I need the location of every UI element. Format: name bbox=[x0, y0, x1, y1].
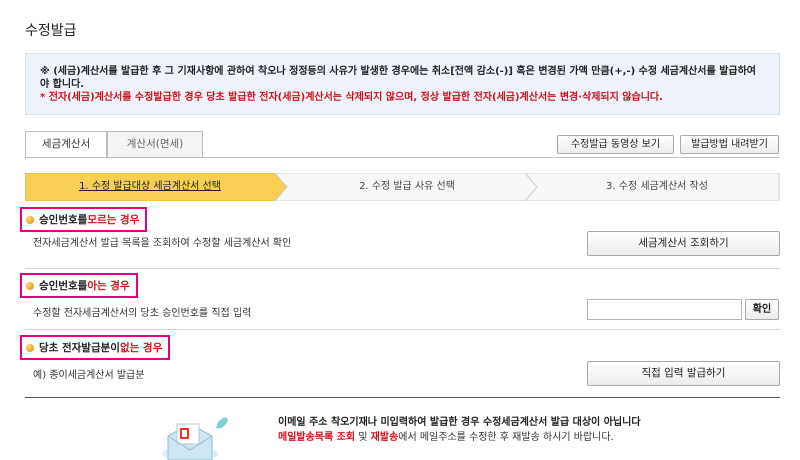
tab-invoice-tax-free[interactable]: 계산서(면세) bbox=[107, 131, 203, 158]
section-known-heading-prefix: 승인번호를 bbox=[39, 280, 88, 292]
footer-notice: 이메일 주소 착오기재나 미입력하여 발급한 경우 수정세금계산서 발급 대상이… bbox=[278, 415, 641, 445]
notice-box: ※ (세금)계산서를 발급한 후 그 기재사항에 관하여 착오나 정정등의 사유… bbox=[25, 53, 780, 115]
section-known-heading-emphasis: 아는 경우 bbox=[87, 280, 130, 292]
orange-dot-icon bbox=[26, 215, 34, 224]
step-indicator: 1. 수정 발급대상 세금계산서 선택 2. 수정 발급 사유 선택 3. 수정… bbox=[25, 173, 780, 201]
download-method-button[interactable]: 발급방법 내려받기 bbox=[680, 135, 779, 154]
confirm-button[interactable]: 확인 bbox=[745, 299, 779, 320]
notice-line-2: * 전자(세금)계산서를 수정발급한 경우 당초 발급한 전자(세금)계산서는 … bbox=[40, 92, 663, 103]
tab-divider bbox=[25, 157, 780, 158]
notice-line-1: ※ (세금)계산서를 발급한 후 그 기재사항에 관하여 착오나 정정등의 사유… bbox=[40, 66, 756, 90]
section-divider-2 bbox=[25, 329, 780, 330]
step-1-label: 1. 수정 발급대상 세금계산서 선택 bbox=[79, 181, 221, 192]
footer-line-1: 이메일 주소 착오기재나 미입력하여 발급한 경우 수정세금계산서 발급 대상이… bbox=[278, 417, 641, 428]
approval-number-input[interactable] bbox=[587, 299, 742, 320]
section-known-description: 수정할 전자세금계산서의 당초 승인번호를 직접 입력 bbox=[33, 308, 252, 319]
section-unknown-description: 전자세금계산서 발급 목록을 조회하여 수정할 세금계산서 확인 bbox=[33, 238, 292, 249]
tab-tax-invoice[interactable]: 세금계산서 bbox=[25, 131, 107, 159]
section-known-heading: 승인번호를 아는 경우 bbox=[20, 273, 138, 298]
orange-dot-icon bbox=[26, 343, 34, 352]
search-invoice-button[interactable]: 세금계산서 조회하기 bbox=[587, 231, 780, 256]
section-divider-1 bbox=[25, 268, 780, 269]
mail-list-link[interactable]: 메일발송목록 조회 bbox=[278, 432, 355, 443]
section-none-description: 예) 종이세금계산서 발급분 bbox=[33, 370, 145, 381]
footer-line-2: 메일발송목록 조회 및 재발송에서 메일주소를 수정한 후 재발송 하시기 바랍… bbox=[278, 430, 641, 445]
section-none-heading-emphasis: 없는 경우 bbox=[119, 342, 163, 354]
page-title: 수정발급 bbox=[25, 23, 77, 39]
footer-line-2-and: 및 bbox=[355, 432, 371, 443]
orange-dot-icon bbox=[26, 281, 34, 290]
section-none-heading-prefix: 당초 전자발급분이 bbox=[39, 342, 120, 354]
footer-line-2-rest: 에서 메일주소를 수정한 후 재발송 하시기 바랍니다. bbox=[398, 432, 614, 443]
section-none-heading: 당초 전자발급분이 없는 경우 bbox=[20, 335, 171, 360]
resend-link[interactable]: 재발송 bbox=[371, 432, 399, 443]
direct-input-issue-button[interactable]: 직접 입력 발급하기 bbox=[587, 361, 780, 386]
section-unknown-heading-emphasis: 모르는 경우 bbox=[87, 214, 140, 226]
envelope-document-icon bbox=[160, 410, 230, 460]
step-2-label: 2. 수정 발급 사유 선택 bbox=[359, 181, 455, 192]
section-unknown-heading: 승인번호를 모르는 경우 bbox=[20, 207, 148, 232]
section-unknown-heading-prefix: 승인번호를 bbox=[39, 214, 88, 226]
bottom-divider bbox=[25, 397, 780, 398]
video-guide-button[interactable]: 수정발급 동영상 보기 bbox=[557, 135, 674, 154]
step-3-label: 3. 수정 세금계산서 작성 bbox=[606, 181, 708, 192]
